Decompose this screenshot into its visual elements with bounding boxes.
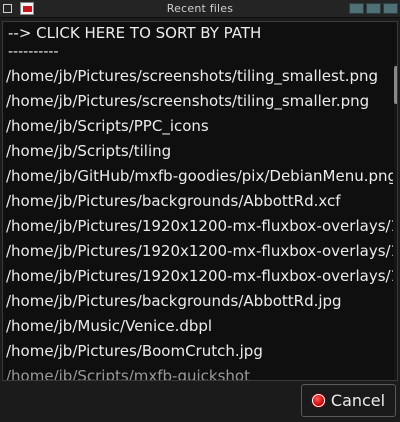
list-item[interactable]: /home/jb/Scripts/PPC_icons: [6, 114, 209, 139]
list-item[interactable]: /home/jb/Pictures/backgrounds/AbbottRd.j…: [6, 289, 342, 314]
dialog-footer: Cancel: [0, 381, 400, 422]
list-item[interactable]: /home/jb/Pictures/screenshots/tiling_sma…: [6, 89, 369, 114]
list-item[interactable]: /home/jb/Pictures/BoomCrutch.jpg: [6, 339, 263, 364]
scrollbar-thumb[interactable]: [394, 66, 397, 104]
cancel-button[interactable]: Cancel: [301, 384, 396, 417]
window-title: Recent files: [166, 2, 234, 15]
list-item[interactable]: /home/jb/Pictures/screenshots/tiling_sma…: [6, 64, 378, 89]
list-item[interactable]: /home/jb/Pictures/backgrounds/AbbottRd.x…: [6, 189, 341, 214]
close-button[interactable]: [383, 3, 398, 14]
list-item[interactable]: /home/jb/Music/Venice.dbpl: [6, 314, 212, 339]
list-item[interactable]: /home/jb/GitHub/mxfb-goodies/pix/DebianM…: [6, 164, 393, 189]
list-item[interactable]: /home/jb/Pictures/1920x1200-mx-fluxbox-o…: [6, 264, 393, 289]
title-bar[interactable]: Recent files: [0, 0, 400, 18]
minimize-button[interactable]: [349, 3, 364, 14]
list-item[interactable]: /home/jb/Pictures/1920x1200-mx-fluxbox-o…: [6, 214, 393, 239]
list-item[interactable]: /home/jb/Scripts/mxfb-quickshot: [6, 364, 250, 380]
header-separator: ----------: [8, 44, 59, 60]
sort-by-path-header[interactable]: --> CLICK HERE TO SORT BY PATH: [8, 24, 261, 42]
file-list[interactable]: /home/jb/Pictures/screenshots/tiling_sma…: [3, 64, 393, 380]
cancel-label: Cancel: [330, 391, 386, 410]
list-item[interactable]: /home/jb/Pictures/1920x1200-mx-fluxbox-o…: [6, 239, 393, 264]
scrollbar[interactable]: [394, 64, 397, 380]
list-item[interactable]: /home/jb/Scripts/tiling: [6, 139, 171, 164]
maximize-button[interactable]: [366, 3, 381, 14]
stop-icon: [311, 394, 325, 407]
recent-files-list[interactable]: --> CLICK HERE TO SORT BY PATH ---------…: [2, 21, 398, 381]
